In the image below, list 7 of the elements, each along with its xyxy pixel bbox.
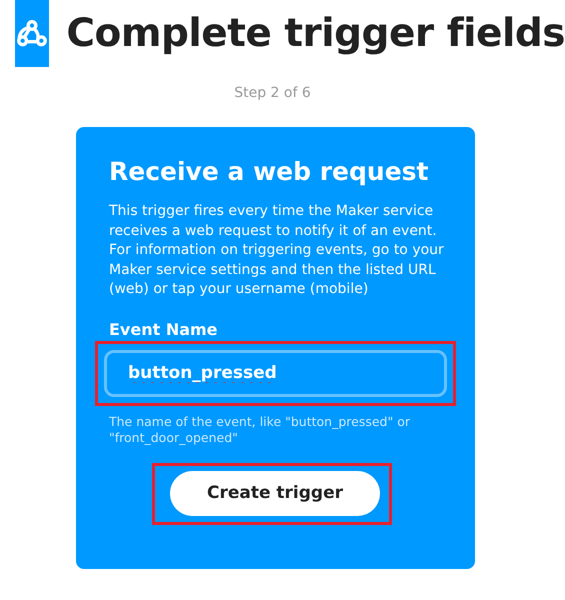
create-trigger-button[interactable]: Create trigger [170, 470, 380, 516]
field-label: Event Name [109, 320, 219, 338]
card-title: Receive a web request [109, 157, 430, 186]
help-text: The name of the event, like "button_pressed" or "front_door_opened" [109, 414, 411, 446]
description-text: This trigger fires every time the Maker service receives a web request to notify it of an event. For information on triggering events, go to your Maker service settings and then the listed URL (web) or tap your username (mobile) [109, 202, 445, 299]
step-indicator: Step 2 of 6 [233, 85, 312, 101]
page-title: Complete trigger fields [66, 11, 565, 56]
